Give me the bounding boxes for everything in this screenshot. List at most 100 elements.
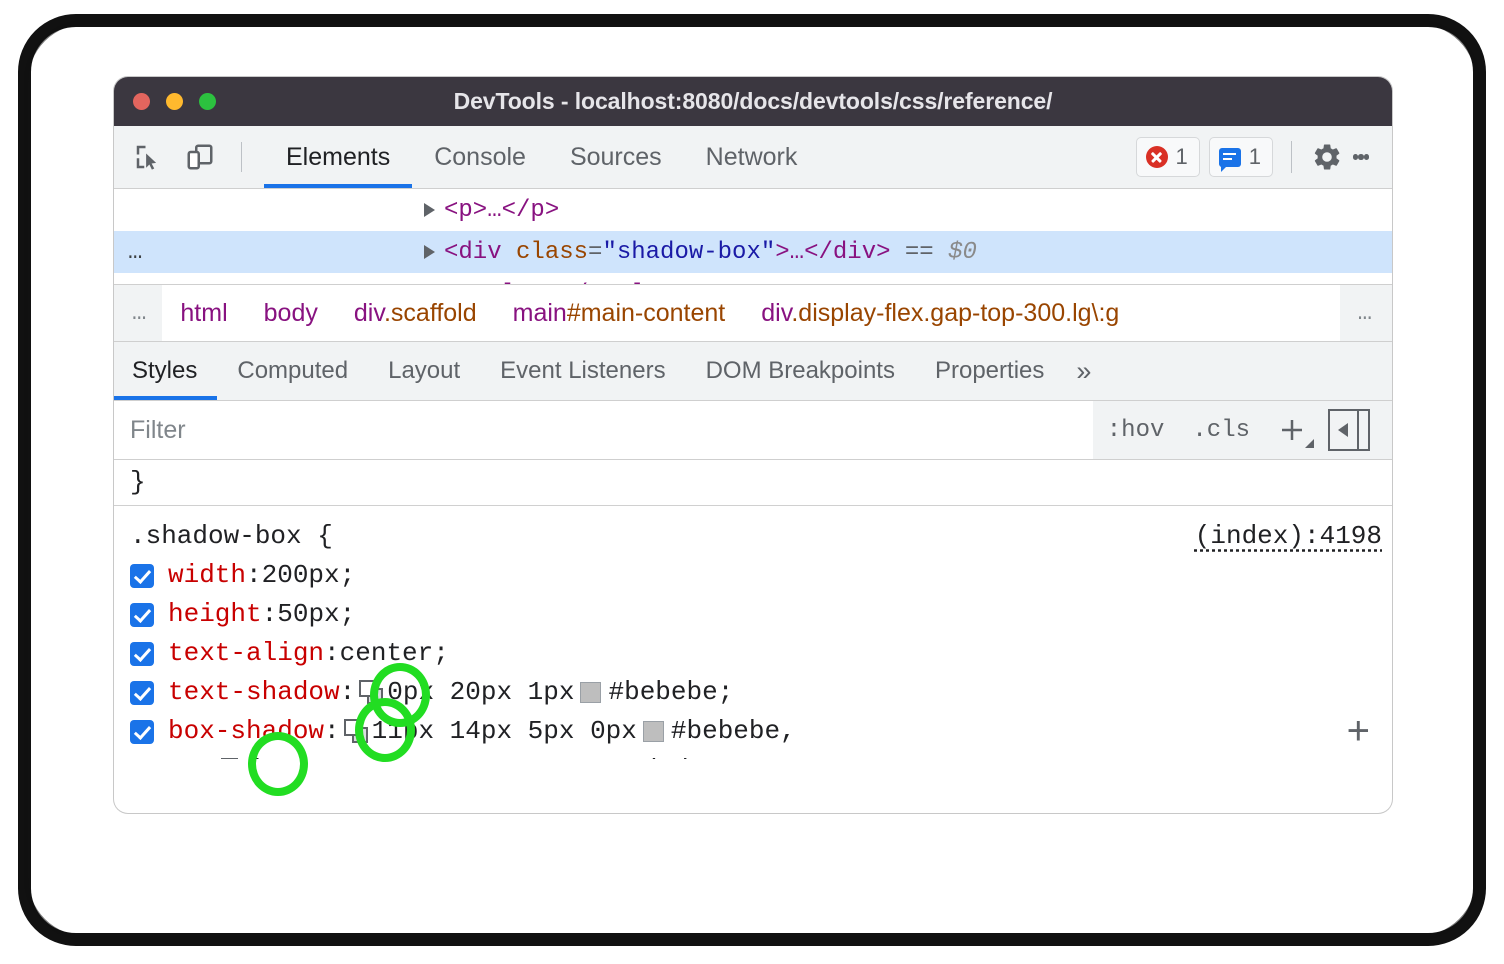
window-titlebar: DevTools - localhost:8080/docs/devtools/… xyxy=(114,77,1392,126)
dom-row-shadow-box[interactable]: … <div class="shadow-box">…</div> == $0 xyxy=(114,231,1392,273)
pane-tab-computed[interactable]: Computed xyxy=(217,342,368,400)
collapse-sidebar-icon[interactable] xyxy=(1328,409,1370,451)
rule-source-link[interactable]: (index):4198 xyxy=(1195,516,1382,556)
color-swatch[interactable] xyxy=(643,721,664,742)
property-separator: : xyxy=(246,556,262,595)
breadcrumb-item-div-scaffold[interactable]: div.scaffold xyxy=(336,299,495,328)
cls-toggle-button[interactable]: .cls xyxy=(1178,417,1264,444)
window-title: DevTools - localhost:8080/docs/devtools/… xyxy=(114,88,1392,115)
dom-attr-eq: = xyxy=(588,239,602,266)
property-value[interactable]: 11px 14px 5px 0px xyxy=(372,712,637,751)
property-value[interactable]: center; xyxy=(340,634,449,673)
declaration-text-shadow[interactable]: text-shadow: 0px 20px 1px #bebebe; xyxy=(114,673,1392,712)
dom-row-partial[interactable]: <style>…</style> xyxy=(114,273,1392,284)
property-value[interactable]: 0px 20px 1px xyxy=(387,673,574,712)
breadcrumb-left-overflow[interactable]: … xyxy=(114,300,162,327)
declaration-height[interactable]: height: 50px; xyxy=(114,595,1392,634)
message-count-badge[interactable]: 1 xyxy=(1209,137,1273,177)
breadcrumb-item-html[interactable]: html xyxy=(162,299,245,328)
declaration-checkbox[interactable] xyxy=(130,720,154,744)
property-name[interactable]: box-shadow xyxy=(168,712,324,751)
toolbar-right-group: 1 1 xyxy=(1127,137,1393,177)
new-style-rule-button[interactable] xyxy=(1270,408,1314,452)
chevron-double-right-icon[interactable]: » xyxy=(1064,342,1111,400)
device-toolbar-icon[interactable] xyxy=(183,140,217,174)
breadcrumb-items: html body div.scaffold main#main-content… xyxy=(162,285,1339,341)
filter-input[interactable] xyxy=(114,401,1093,459)
declaration-checkbox[interactable] xyxy=(130,603,154,627)
property-value[interactable]: 50px; xyxy=(277,595,355,634)
message-count: 1 xyxy=(1249,144,1261,170)
breadcrumb-class: .scaffold xyxy=(384,299,477,327)
dom-attr-value: "shadow-box" xyxy=(602,239,775,266)
maximize-window-button[interactable] xyxy=(199,93,216,110)
declaration-box-shadow[interactable]: box-shadow: 11px 14px 5px 0px #bebebe, xyxy=(114,712,1392,751)
property-name[interactable]: width xyxy=(168,556,246,595)
color-value[interactable]: #bebebe; xyxy=(608,673,733,712)
property-name[interactable]: text-align xyxy=(168,634,324,673)
breadcrumb-item-div-display-flex[interactable]: div.display-flex.gap-top-300.lg\:g xyxy=(743,299,1137,328)
minimize-window-button[interactable] xyxy=(166,93,183,110)
property-name[interactable]: height xyxy=(168,595,262,634)
declaration-box-shadow-second-layer[interactable]: inset 0px 20px 7px 0px #dadce0; xyxy=(114,751,1392,759)
close-window-button[interactable] xyxy=(133,93,150,110)
breadcrumb-class: .display-flex.gap-top-300.lg\:g xyxy=(791,299,1119,327)
declaration-width[interactable]: width: 200px; xyxy=(114,556,1392,595)
pane-tab-dom-breakpoints[interactable]: DOM Breakpoints xyxy=(686,342,915,400)
styles-rules-area: } .shadow-box { (index):4198 width: 200p… xyxy=(114,460,1392,759)
error-count: 1 xyxy=(1176,144,1188,170)
pane-tab-event-listeners[interactable]: Event Listeners xyxy=(480,342,685,400)
property-name[interactable]: text-shadow xyxy=(168,673,340,712)
toolbar-divider xyxy=(241,142,242,172)
breadcrumb-right-overflow[interactable]: … xyxy=(1340,285,1392,341)
breadcrumb: … html body div.scaffold main#main-conte… xyxy=(114,284,1392,342)
dom-tree[interactable]: <p>…</p> … <div class="shadow-box">…</di… xyxy=(114,189,1392,284)
rule-header: .shadow-box { (index):4198 xyxy=(114,516,1392,556)
color-value[interactable]: #dadce0; xyxy=(626,751,751,759)
dom-row-overflow-dots[interactable]: … xyxy=(128,239,174,266)
add-declaration-button[interactable]: + xyxy=(1347,711,1370,751)
breadcrumb-class: #main-content xyxy=(567,299,725,327)
shadow-editor-icon[interactable] xyxy=(344,719,370,745)
breadcrumb-tag: main xyxy=(513,299,567,327)
pane-tab-properties[interactable]: Properties xyxy=(915,342,1064,400)
error-count-badge[interactable]: 1 xyxy=(1136,137,1200,177)
tab-elements[interactable]: Elements xyxy=(264,126,412,188)
property-value[interactable]: 200px; xyxy=(262,556,356,595)
breadcrumb-item-body[interactable]: body xyxy=(246,299,336,328)
tab-console[interactable]: Console xyxy=(412,126,548,188)
tab-network[interactable]: Network xyxy=(684,126,820,188)
property-value[interactable]: inset 0px 20px 7px 0px xyxy=(249,751,592,759)
styles-filter-bar: :hov .cls xyxy=(114,401,1392,460)
dom-tag-open: <div xyxy=(444,239,502,266)
inspect-element-icon[interactable] xyxy=(131,140,165,174)
shadow-editor-icon[interactable] xyxy=(359,680,385,706)
rule-selector[interactable]: .shadow-box { xyxy=(130,516,333,556)
property-separator: : xyxy=(324,712,340,751)
tab-sources[interactable]: Sources xyxy=(548,126,684,188)
dom-ellipsis: … xyxy=(487,197,501,224)
property-separator: : xyxy=(324,634,340,673)
dom-row-p[interactable]: <p>…</p> xyxy=(114,189,1392,231)
toolbar-divider-right xyxy=(1291,141,1292,173)
expand-triangle-icon[interactable] xyxy=(424,245,435,259)
color-value[interactable]: #bebebe, xyxy=(671,712,796,751)
color-swatch[interactable] xyxy=(580,682,601,703)
dom-eq-symbol: == xyxy=(905,239,934,266)
breadcrumb-item-main-content[interactable]: main#main-content xyxy=(495,299,744,328)
shadow-editor-icon[interactable] xyxy=(221,758,247,760)
declaration-checkbox[interactable] xyxy=(130,681,154,705)
pane-tab-styles[interactable]: Styles xyxy=(114,342,217,400)
screenshot-root: DevTools - localhost:8080/docs/devtools/… xyxy=(0,0,1504,964)
hov-toggle-button[interactable]: :hov xyxy=(1093,417,1179,444)
kebab-menu-icon[interactable] xyxy=(1346,138,1376,176)
expand-triangle-icon[interactable] xyxy=(424,203,435,217)
gear-icon[interactable] xyxy=(1308,138,1346,176)
dom-tag-close: </p> xyxy=(502,197,560,224)
devtools-window: DevTools - localhost:8080/docs/devtools/… xyxy=(114,77,1392,813)
pane-tab-layout[interactable]: Layout xyxy=(368,342,480,400)
declaration-text-align[interactable]: text-align: center; xyxy=(114,634,1392,673)
declaration-checkbox[interactable] xyxy=(130,564,154,588)
property-separator: : xyxy=(262,595,278,634)
declaration-checkbox[interactable] xyxy=(130,642,154,666)
